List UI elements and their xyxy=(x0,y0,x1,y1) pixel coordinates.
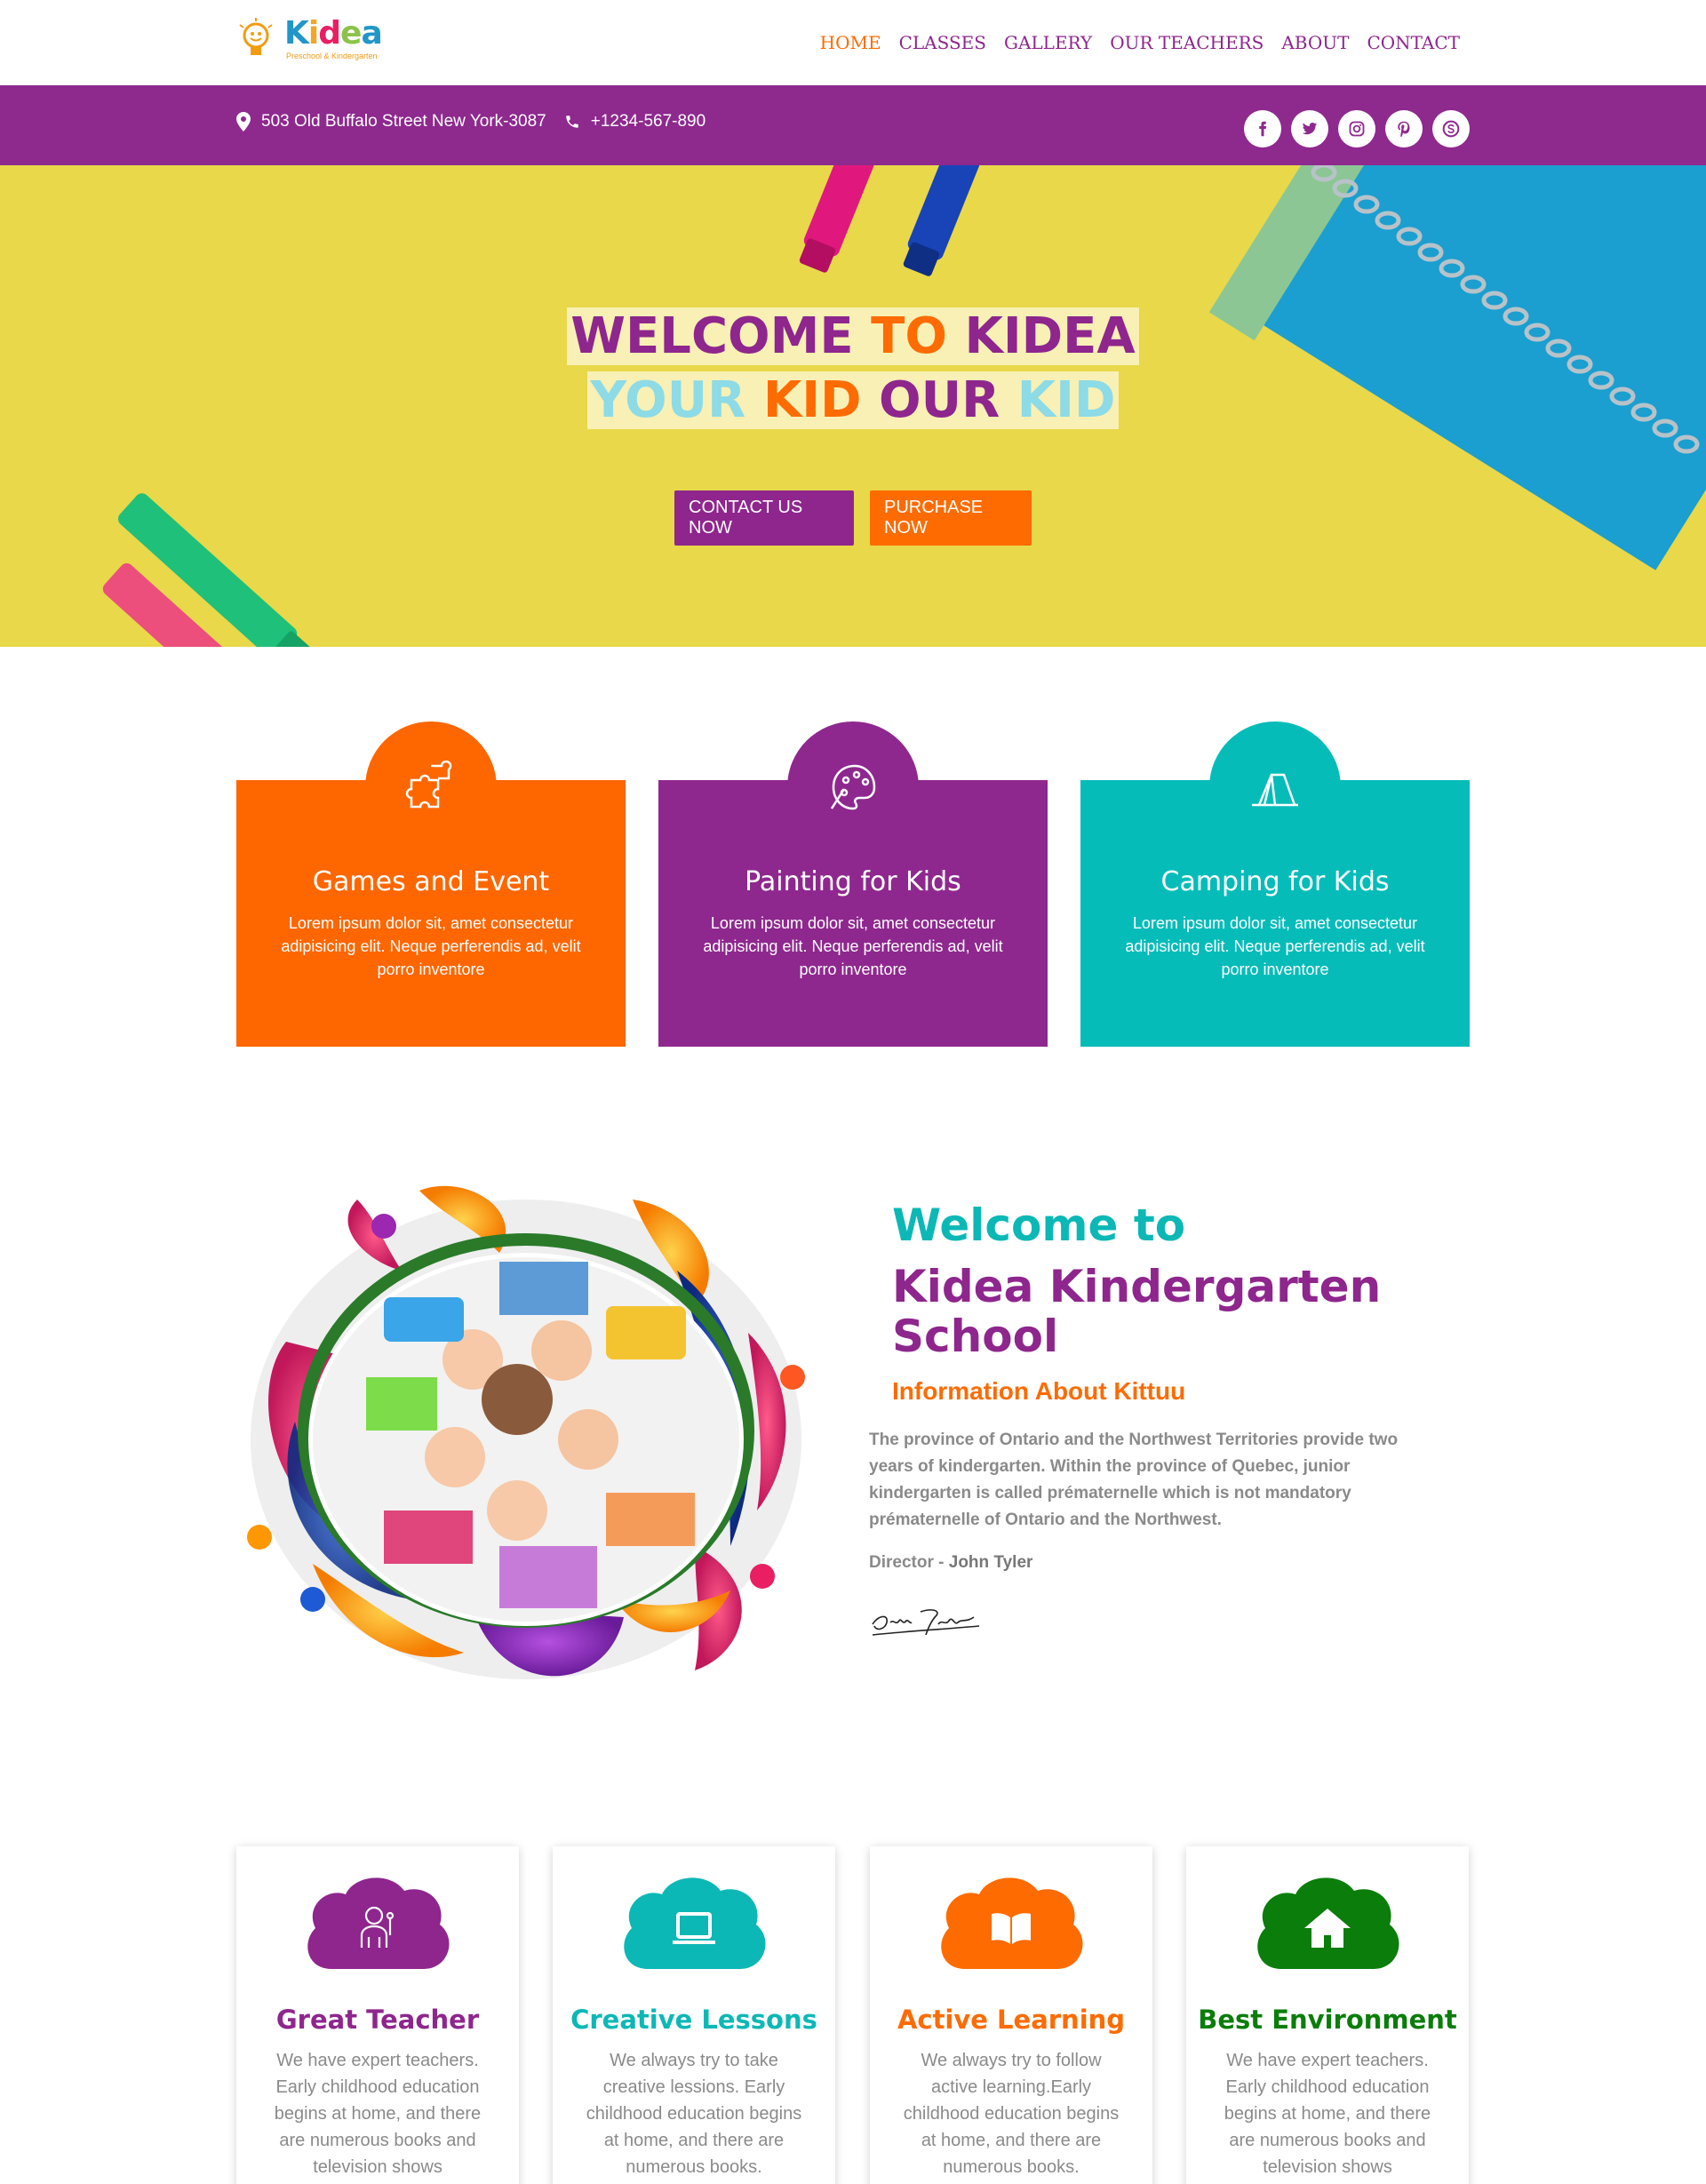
nav-gallery[interactable]: GALLERY xyxy=(1004,30,1092,55)
director-line: Director - John Tyler xyxy=(869,1553,1032,1573)
hero-title-line-1: WELCOME TO KIDEA xyxy=(0,307,1706,365)
benefit-card-great-teacher[interactable]: Great Teacher We have expert teachers. E… xyxy=(236,1846,519,2184)
benefit-title: Great Teacher xyxy=(275,2005,480,2035)
nav-classes[interactable]: CLASSES xyxy=(899,30,986,55)
laptop-icon xyxy=(673,1912,715,1944)
benefit-text: We have expert teachers. Early childhood… xyxy=(1224,2051,1431,2177)
director-signature xyxy=(872,1609,980,1636)
feature-card-painting[interactable]: Painting for Kids Lorem ipsum dolor sit,… xyxy=(658,721,1048,1047)
logo-tagline: Preschool & Kindergarten xyxy=(286,52,378,60)
hero-word: TO xyxy=(871,307,947,365)
site-header: Kidea Preschool & Kindergarten HOME CLAS… xyxy=(0,0,1706,85)
social-links xyxy=(1244,110,1470,147)
nav-about[interactable]: ABOUT xyxy=(1281,30,1349,55)
site-logo[interactable]: Kidea Preschool & Kindergarten xyxy=(236,12,383,66)
feature-card-camping[interactable]: Camping for Kids Lorem ipsum dolor sit, … xyxy=(1080,721,1470,1047)
pinterest-icon xyxy=(1398,121,1410,137)
lightbulb-logo-icon xyxy=(239,18,273,55)
puzzle-icon xyxy=(405,761,452,809)
feature-card-title: Painting for Kids xyxy=(745,866,961,897)
contact-details: 503 Old Buffalo Street New York-3087 +12… xyxy=(236,112,706,132)
hero-actions: CONTACT US NOW PURCHASE NOW xyxy=(0,490,1706,546)
skype-button[interactable] xyxy=(1432,110,1470,147)
benefit-text: We have expert teachers. Early childhood… xyxy=(274,2051,482,2177)
feature-card-text: Lorem ipsum dolor sit, amet consectetur … xyxy=(703,914,1003,978)
school-name-heading: Kidea Kindergarten School xyxy=(892,1261,1382,1362)
palette-icon xyxy=(830,764,876,810)
hero-word: YOUR xyxy=(590,371,746,429)
kids-reading-illustration xyxy=(247,1185,805,1679)
benefit-text: We always try to take creative lessions.… xyxy=(586,2051,802,2177)
benefit-card-creative-lessons[interactable]: Creative Lessons We always try to take c… xyxy=(553,1846,835,2184)
welcome-heading: Welcome to xyxy=(892,1200,1186,1251)
feature-card-title: Games and Event xyxy=(312,866,550,897)
home-icon xyxy=(1304,1909,1351,1948)
skype-icon xyxy=(1442,120,1460,138)
instagram-icon xyxy=(1349,121,1365,137)
benefit-title: Creative Lessons xyxy=(570,2005,817,2035)
contact-info-bar: 503 Old Buffalo Street New York-3087 +12… xyxy=(0,85,1706,165)
nav-contact[interactable]: CONTACT xyxy=(1367,30,1460,55)
hero-word: WELCOME xyxy=(570,307,854,365)
phone-text[interactable]: +1234-567-890 xyxy=(591,112,706,132)
instagram-button[interactable] xyxy=(1338,110,1375,147)
logo-wordmark: Kidea xyxy=(284,15,383,52)
benefit-text: We always try to follow active learning.… xyxy=(903,2051,1120,2177)
twitter-icon xyxy=(1302,123,1318,135)
facebook-button[interactable] xyxy=(1244,110,1281,147)
feature-card-title: Camping for Kids xyxy=(1160,866,1390,897)
hero-word: KIDEA xyxy=(964,307,1136,365)
hero-title-line-2: YOUR KID OUR KID xyxy=(0,371,1706,429)
hero-banner: WELCOME TO KIDEA YOUR KID OUR KID CONTAC… xyxy=(0,165,1706,647)
nav-our-teachers[interactable]: OUR TEACHERS xyxy=(1110,30,1264,55)
pinterest-button[interactable] xyxy=(1385,110,1423,147)
welcome-paragraph: The province of Ontario and the Northwes… xyxy=(869,1431,1399,1529)
director-name: John Tyler xyxy=(948,1553,1033,1572)
location-pin-icon xyxy=(236,112,251,132)
feature-card-text: Lorem ipsum dolor sit, amet consectetur … xyxy=(281,914,581,978)
tent-icon xyxy=(1252,773,1298,807)
benefit-card-active-learning[interactable]: Active Learning We always try to follow … xyxy=(870,1846,1152,2184)
purchase-button[interactable]: PURCHASE NOW xyxy=(870,490,1032,546)
benefit-title: Best Environment xyxy=(1198,2005,1457,2035)
benefit-title: Active Learning xyxy=(897,2005,1126,2035)
facebook-icon xyxy=(1259,121,1267,137)
feature-card-text: Lorem ipsum dolor sit, amet consectetur … xyxy=(1125,914,1425,978)
hero-word: KID xyxy=(762,371,862,429)
address-text: 503 Old Buffalo Street New York-3087 xyxy=(261,112,546,131)
contact-us-button[interactable]: CONTACT US NOW xyxy=(674,490,854,546)
phone-icon xyxy=(566,116,578,128)
main-nav: HOME CLASSES GALLERY OUR TEACHERS ABOUT … xyxy=(802,30,1460,55)
feature-card-games[interactable]: Games and Event Lorem ipsum dolor sit, a… xyxy=(236,721,626,1047)
hero-word: KID xyxy=(1016,371,1116,429)
director-label: Director - xyxy=(869,1553,949,1572)
nav-home[interactable]: HOME xyxy=(820,30,881,55)
info-subheading: Information About Kittuu xyxy=(892,1377,1186,1405)
book-icon xyxy=(992,1913,1031,1944)
benefit-card-best-environment[interactable]: Best Environment We have expert teachers… xyxy=(1186,1846,1469,2184)
teacher-icon xyxy=(360,1906,395,1948)
hero-word: OUR xyxy=(879,371,1000,429)
twitter-button[interactable] xyxy=(1291,110,1328,147)
